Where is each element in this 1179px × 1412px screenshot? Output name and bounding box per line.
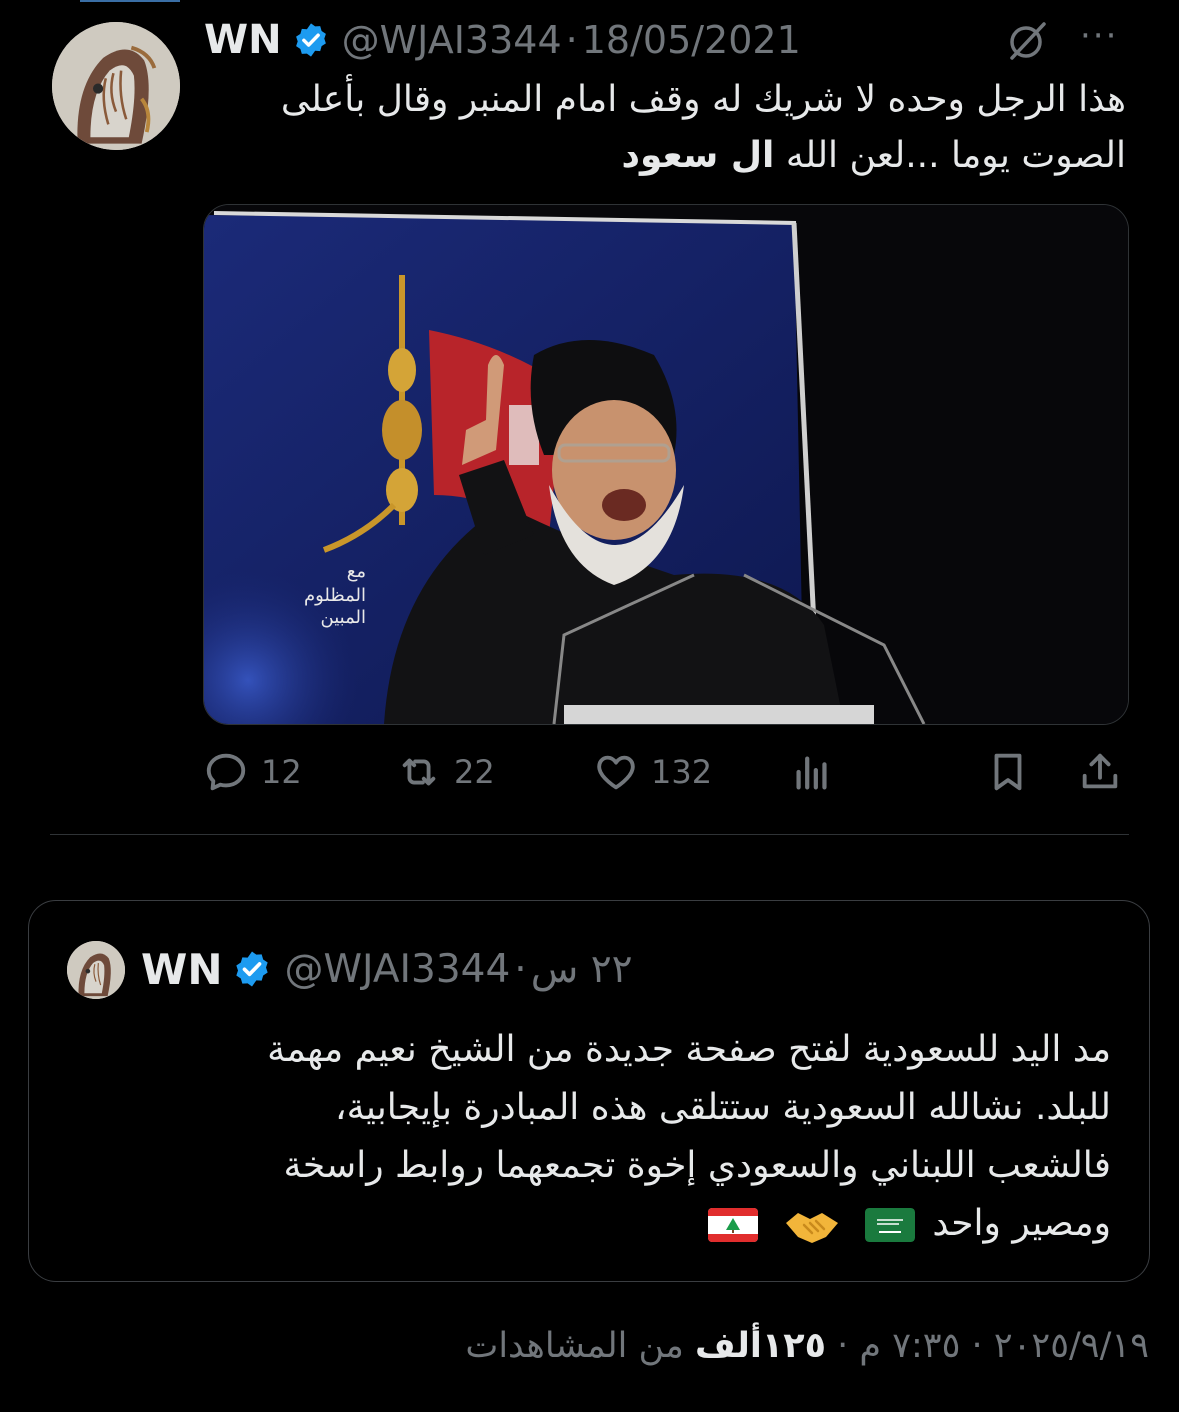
quote-avatar-art [67,941,125,999]
quoted-tweet[interactable]: WN @WJAI3344 · ٢٢ س مد اليد للسعودية لفت… [28,900,1150,1282]
handshake-icon [785,1213,838,1243]
footer-sep-2: · [837,1326,849,1366]
tweet-text-line2: الصوت يوما ...لعن الله ال سعود [210,128,1126,184]
media-photo-art: مع المظلوم المبين [204,205,1128,724]
reply-icon [206,753,246,791]
quote-author-name[interactable]: WN [141,945,222,994]
views-value[interactable]: ١٢٥ألف [695,1326,826,1366]
views-icon [796,756,827,790]
quote-author-avatar[interactable] [67,941,125,999]
saudi-flag-icon [864,1208,915,1242]
tweet-media-photo[interactable]: مع المظلوم المبين [203,204,1129,725]
tweet-meta-footer: ٢٠٢٥/٩/١٩ · ٧:٣٥ م · ١٢٥ألف من المشاهدات [465,1326,1149,1366]
top-accent-line [80,0,180,2]
footer-date: ٢٠٢٥/٩/١٩ [993,1326,1149,1366]
quote-text-line1: مد اليد للسعودية لفتح صفحة جديدة من الشي… [267,1029,1111,1070]
header-separator: · [565,18,578,62]
like-button[interactable]: 132 [593,744,712,800]
image-caption-3: المبين [321,607,366,628]
tweet-text: هذا الرجل وحده لا شريك له وقف امام المنب… [210,72,1126,184]
tweet-text-plain: الصوت يوما ...لعن الله [785,135,1126,176]
quote-text-line3: فالشعب اللبناني والسعودي إخوة تجمعهما رو… [283,1145,1111,1186]
like-count: 132 [651,753,713,791]
author-handle[interactable]: @WJAI3344 [342,18,562,62]
quote-text-line2: للبلد. نشالله السعودية ستتلقى هذه المباد… [334,1087,1111,1128]
retweet-count: 22 [454,753,495,791]
divider [50,834,1129,835]
image-caption-1: مع [347,561,366,582]
quote-separator: · [514,946,527,992]
footer-time: ٧:٣٥ م [859,1326,961,1366]
verified-badge-icon [236,951,269,987]
quote-author-handle[interactable]: @WJAI3344 [284,947,510,992]
more-icon[interactable]: ··· [1080,19,1124,58]
bookmark-button[interactable] [985,744,1031,800]
retweet-button[interactable]: 22 [396,744,495,800]
reply-button[interactable]: 12 [203,744,302,800]
image-caption-2: المظلوم [304,585,366,606]
tweet-actions: 12 22 132 [203,744,1127,800]
quote-text-line4-words: ومصير واحد [932,1203,1111,1244]
tweet-date[interactable]: 18/05/2021 [582,18,801,62]
tweet-header: WN @WJAI3344 · 18/05/2021 [204,14,801,66]
lebanon-flag-icon [708,1208,759,1242]
quote-text: مد اليد للسعودية لفتح صفحة جديدة من الشي… [61,1021,1111,1253]
quote-header: WN @WJAI3344 · ٢٢ س [141,939,633,999]
views-button[interactable] [789,744,835,800]
quote-text-line4: ومصير واحد [61,1195,1111,1253]
share-icon [1082,753,1118,789]
bookmark-icon [994,753,1022,791]
tweet-text-line1: هذا الرجل وحده لا شريك له وقف امام المنب… [280,79,1126,120]
views-label: من المشاهدات [465,1326,684,1366]
footer-sep-1: · [971,1326,983,1366]
quote-time[interactable]: ٢٢ س [531,947,633,992]
retweet-icon [402,758,436,786]
author-name[interactable]: WN [204,17,282,63]
like-icon [597,755,635,790]
verified-badge-icon [295,23,326,57]
author-avatar[interactable] [52,22,180,150]
share-button[interactable] [1077,744,1123,800]
tweet-text-bold: ال سعود [621,135,775,176]
grok-icon[interactable] [1006,20,1048,62]
reply-count: 12 [261,753,302,791]
avatar-art [52,22,180,150]
